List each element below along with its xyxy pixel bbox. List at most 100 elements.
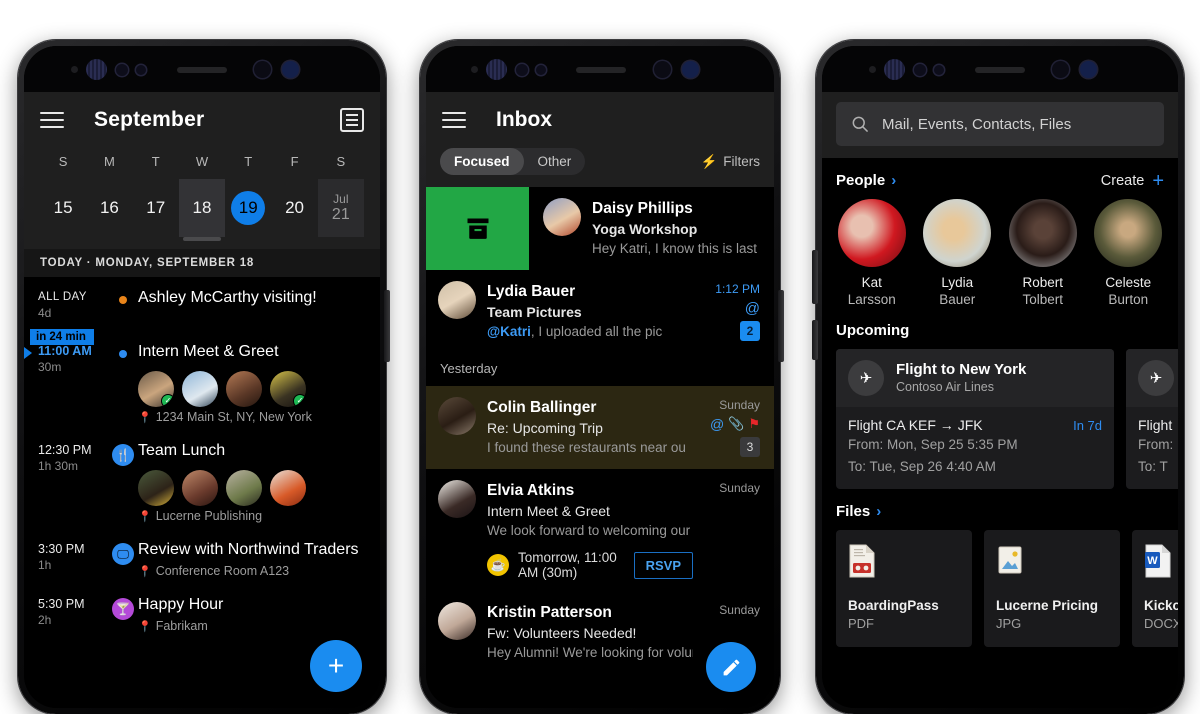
hamburger-icon[interactable] — [442, 112, 466, 128]
svg-text:W: W — [1147, 555, 1158, 567]
date-cell-today[interactable]: 19 — [225, 179, 271, 237]
rsvp-button[interactable]: RSVP — [633, 551, 693, 579]
plus-icon: + — [1152, 169, 1164, 192]
message-content[interactable]: Daisy Phillips Yoga Workshop Hey Katri, … — [529, 187, 774, 270]
event-location-text: Conference Room A123 — [155, 564, 290, 578]
person-item[interactable]: Celeste Burton — [1093, 199, 1165, 308]
avatar[interactable] — [438, 480, 476, 518]
calendar-drag-handle[interactable] — [40, 237, 364, 249]
message-preview: @Katri, I uploaded all the pic — [487, 322, 693, 342]
sensor-ring-4 — [282, 61, 299, 78]
compose-pencil-icon — [723, 659, 739, 675]
agenda-view-icon[interactable] — [340, 108, 364, 132]
attendee-avatars: ✓ ✓ — [138, 371, 366, 407]
date-cell[interactable]: 17 — [133, 179, 179, 237]
phone3-volume-button[interactable] — [812, 250, 818, 304]
search-input[interactable]: Mail, Events, Contacts, Files — [836, 102, 1164, 146]
avatar[interactable] — [270, 470, 306, 506]
filters-button[interactable]: ⚡ Filters — [700, 154, 760, 170]
avatar[interactable] — [438, 397, 476, 435]
upcoming-cards: ✈ Flight to New York Contoso Air Lines F… — [836, 349, 1178, 489]
message-subject: Fw: Volunteers Needed! — [487, 625, 637, 641]
message-sender: Colin Ballinger — [487, 399, 597, 416]
avatar[interactable] — [438, 281, 476, 319]
airplane-icon: ✈ — [1138, 360, 1174, 396]
avatar[interactable] — [182, 470, 218, 506]
date-cell[interactable]: 15 — [40, 179, 86, 237]
person-item[interactable]: Kat Larsson — [836, 199, 908, 308]
tab-focused[interactable]: Focused — [440, 148, 524, 175]
avatar[interactable] — [182, 371, 218, 407]
sensor-ring-4 — [1080, 61, 1097, 78]
compose-button[interactable] — [706, 642, 756, 692]
flight-card-header: ✈ Flight — [1126, 349, 1178, 407]
section-title-upcoming: Upcoming — [836, 322, 910, 339]
avatar[interactable] — [138, 470, 174, 506]
message-sender: Elvia Atkins — [487, 482, 575, 499]
phone1-volume-button[interactable] — [384, 290, 390, 362]
date-cell-selected[interactable]: 18 — [178, 179, 226, 237]
hamburger-icon[interactable] — [40, 112, 64, 128]
message-row-swiped[interactable]: Daisy Phillips Yoga Workshop Hey Katri, … — [426, 187, 774, 270]
message-body: Elvia Atkins Intern Meet & Greet We look… — [487, 480, 693, 580]
message-row[interactable]: Lydia Bauer Team Pictures @Katri, I uplo… — [426, 270, 774, 353]
file-card[interactable]: W Kickoff DOCX — [1132, 530, 1178, 647]
search-body: People › Create + Kat Larsson Lydia Baue… — [822, 158, 1178, 647]
event-duration: 4d — [38, 306, 52, 320]
avatar[interactable] — [543, 198, 581, 236]
event-body: Team Lunch 📍 Lucerne Publishing — [138, 440, 366, 523]
event-time: 5:30 PM — [38, 597, 85, 611]
phone3-power-button[interactable] — [812, 320, 818, 360]
week-strip: 15 16 17 18 19 20 Jul 21 — [40, 179, 364, 237]
file-type: JPG — [996, 616, 1022, 631]
date-cell[interactable]: 16 — [86, 179, 132, 237]
tab-other[interactable]: Other — [524, 148, 586, 175]
avatar[interactable] — [438, 602, 476, 640]
flight-countdown: In 7d — [1073, 418, 1102, 433]
person-item[interactable]: Lydia Bauer — [922, 199, 994, 308]
flight-card[interactable]: ✈ Flight to New York Contoso Air Lines F… — [836, 349, 1114, 489]
sensor-ring-3 — [654, 61, 671, 78]
agenda-event-row[interactable]: 5:30 PM 2h 🍸 Happy Hour 📍 Fabrikam — [24, 580, 380, 635]
message-row-flagged[interactable]: Colin Ballinger Re: Upcoming Trip I foun… — [426, 386, 774, 469]
chevron-right-icon[interactable]: › — [891, 172, 896, 189]
message-row[interactable]: Elvia Atkins Intern Meet & Greet We look… — [426, 469, 774, 591]
date-cell-next-month[interactable]: Jul 21 — [317, 179, 364, 237]
new-event-button[interactable]: + — [310, 640, 362, 692]
flight-card[interactable]: ✈ Flight Flight From: — [1126, 349, 1178, 489]
event-duration: 1h — [38, 558, 52, 572]
now-indicator-row: in 24 min — [24, 323, 380, 345]
agenda-event-row[interactable]: 11:00 AM 30m Intern Meet & Greet ✓ ✓ 📍 1… — [24, 337, 380, 426]
file-card[interactable]: BoardingPass PDF — [836, 530, 972, 647]
agenda-event-row[interactable]: ALL DAY 4d Ashley McCarthy visiting! — [24, 277, 380, 323]
flight-route: Flight CA KEF → JFK — [848, 417, 983, 433]
agenda-event-row[interactable]: 12:30 PM 1h 30m 🍴 Team Lunch 📍 Lucerne P… — [24, 426, 380, 525]
weekday-header-row: S M T W T F S — [40, 148, 364, 179]
image-file-icon — [998, 546, 1022, 574]
event-color-dot — [119, 350, 127, 358]
accepted-check-icon: ✓ — [161, 394, 174, 407]
create-button[interactable]: Create + — [1101, 169, 1164, 192]
archive-glyph — [467, 218, 488, 239]
message-meta: 1:12 PM @ 2 — [704, 281, 760, 342]
archive-icon[interactable] — [426, 187, 529, 270]
person-item[interactable]: Robert Tolbert — [1007, 199, 1079, 308]
avatar[interactable] — [226, 371, 262, 407]
avatar[interactable]: ✓ — [138, 371, 174, 407]
upcoming-section-header: Upcoming — [836, 308, 1164, 349]
agenda-event-row[interactable]: 3:30 PM 1h 🖵 Review with Northwind Trade… — [24, 525, 380, 580]
phone2-status-bar — [426, 46, 774, 92]
avatar[interactable]: ✓ — [270, 371, 306, 407]
avatar[interactable] — [226, 470, 262, 506]
people-list: Kat Larsson Lydia Bauer Robert Tolbert C… — [836, 199, 1164, 308]
event-time: 12:30 PM — [38, 443, 92, 457]
phone2-volume-button[interactable] — [778, 290, 784, 362]
mention-icon: @ — [744, 299, 760, 317]
chevron-right-icon[interactable]: › — [876, 503, 881, 520]
message-icons: @ 📎 ⚑ — [696, 415, 760, 433]
search-placeholder: Mail, Events, Contacts, Files — [882, 115, 1072, 133]
file-card[interactable]: Lucerne Pricing JPG — [984, 530, 1120, 647]
sensor-ring-4 — [682, 61, 699, 78]
flight-route: Flight — [1138, 417, 1173, 433]
date-cell[interactable]: 20 — [271, 179, 317, 237]
